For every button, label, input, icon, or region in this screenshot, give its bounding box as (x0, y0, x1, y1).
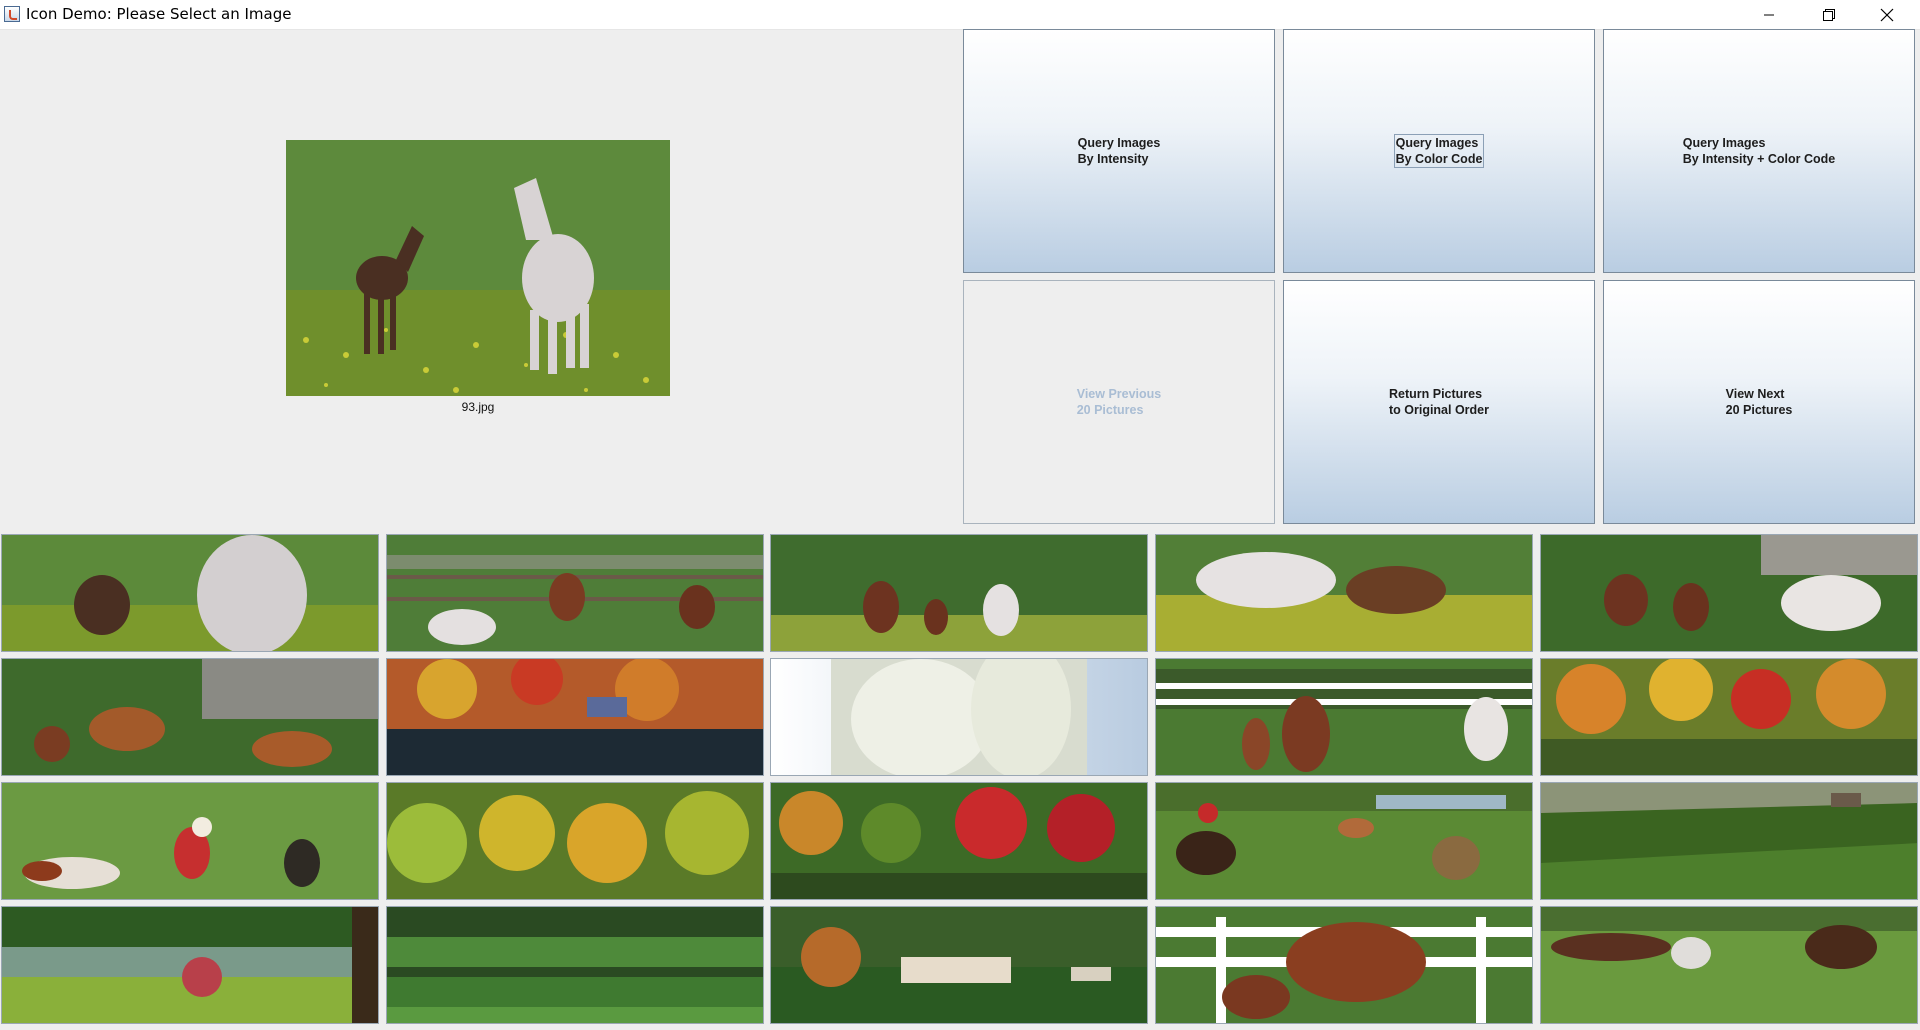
thumbnail-image[interactable] (386, 906, 764, 1024)
thumbnail-image[interactable] (1, 658, 379, 776)
thumbnail-image[interactable] (1540, 782, 1918, 900)
icon-demo-window: Icon Demo: Please Select an Image 93.jpg… (0, 0, 1920, 1030)
close-button[interactable] (1864, 0, 1910, 29)
close-icon (1880, 8, 1894, 21)
java-app-icon (4, 6, 20, 22)
thumbnail-image[interactable] (1155, 534, 1533, 652)
button-label-line2: 20 Pictures (1076, 403, 1144, 417)
thumbnail-image[interactable] (386, 534, 764, 652)
selected-image-caption: 93.jpg (461, 400, 495, 414)
thumbnail-image[interactable] (1540, 658, 1918, 776)
button-label-line2: to Original Order (1388, 403, 1489, 417)
thumbnail-image[interactable] (1540, 906, 1918, 1024)
title-bar: Icon Demo: Please Select an Image (0, 0, 1920, 30)
thumbnail-image[interactable] (770, 534, 1148, 652)
restore-icon (1823, 8, 1835, 21)
button-label-line1: Query Images (1395, 136, 1479, 150)
button-label-line2: By Intensity + Color Code (1682, 152, 1836, 166)
thumbnail-image[interactable] (1155, 782, 1533, 900)
query-by-color-code-button[interactable]: Query Images By Color Code (1283, 29, 1595, 273)
selected-image-preview (286, 140, 670, 396)
restore-button[interactable] (1806, 0, 1852, 29)
thumbnail-image[interactable] (1155, 906, 1533, 1024)
button-label-line2: By Color Code (1395, 152, 1483, 166)
query-by-intensity-color-code-button[interactable]: Query Images By Intensity + Color Code (1603, 29, 1915, 273)
button-label-line1: View Previous (1076, 387, 1162, 401)
view-next-pictures-button[interactable]: View Next 20 Pictures (1603, 280, 1915, 524)
thumbnail-image[interactable] (1155, 658, 1533, 776)
button-label-line2: 20 Pictures (1725, 403, 1793, 417)
thumbnail-image[interactable] (1, 534, 379, 652)
thumbnail-image[interactable] (770, 658, 1148, 776)
thumbnail-image[interactable] (770, 906, 1148, 1024)
thumbnail-image[interactable] (770, 782, 1148, 900)
minimize-button[interactable] (1746, 0, 1792, 29)
button-label-line1: Return Pictures (1388, 387, 1483, 401)
thumbnail-image[interactable] (1, 906, 379, 1024)
button-label-line2: By Intensity (1077, 152, 1149, 166)
button-label-line1: View Next (1725, 387, 1785, 401)
thumbnail-image[interactable] (1, 782, 379, 900)
thumbnail-image[interactable] (1540, 534, 1918, 652)
button-label-line1: Query Images (1077, 136, 1161, 150)
thumbnail-image[interactable] (386, 782, 764, 900)
button-label-line1: Query Images (1682, 136, 1766, 150)
minimize-icon (1764, 14, 1774, 15)
view-previous-pictures-button[interactable]: View Previous 20 Pictures (963, 280, 1275, 524)
window-title: Icon Demo: Please Select an Image (26, 5, 292, 23)
thumbnail-image[interactable] (386, 658, 764, 776)
query-by-intensity-button[interactable]: Query Images By Intensity (963, 29, 1275, 273)
return-original-order-button[interactable]: Return Pictures to Original Order (1283, 280, 1595, 524)
